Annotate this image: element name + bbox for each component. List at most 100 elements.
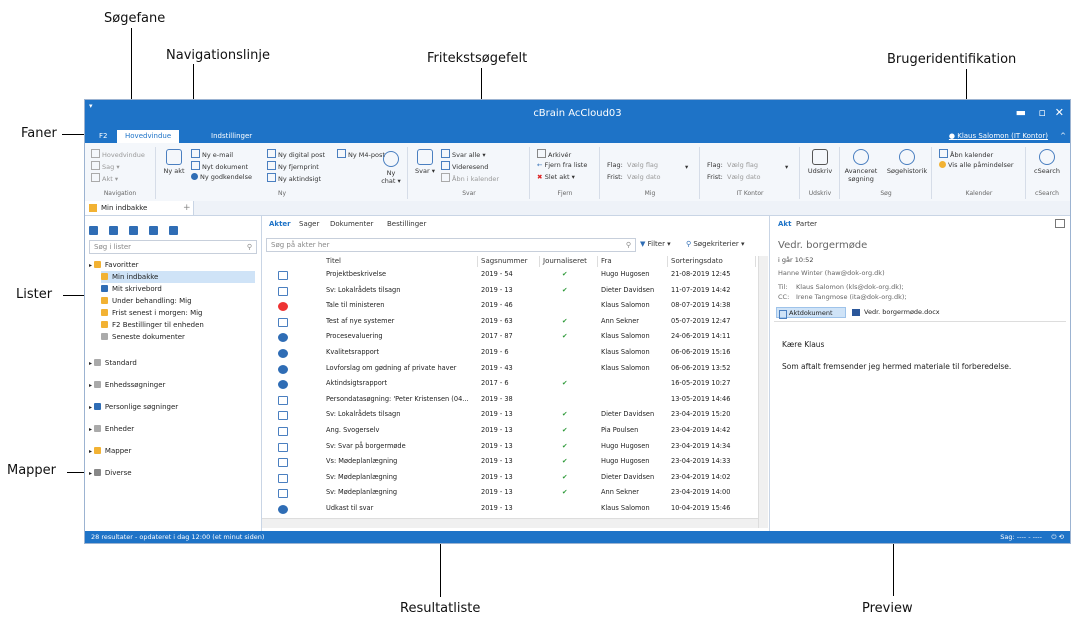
close-icon[interactable]: ✕ [1055, 106, 1064, 119]
tab-min-indbakke[interactable]: Min indbakke [85, 201, 194, 215]
table-row[interactable]: Sv: Mødeplanlægning 2019 - 13 ✔ Ann Sekner 2… [262, 487, 758, 499]
table-row[interactable]: Procesevaluering 2017 - 87 ✔ Klaus Salomon 2… [262, 331, 758, 343]
aabn-kalender-button[interactable]: Åbn kalender [939, 149, 993, 159]
callout-faner: Faner [21, 126, 57, 141]
maximize-icon[interactable]: ▫ [1039, 106, 1046, 119]
it-more-icon[interactable]: ▾ [785, 163, 788, 171]
table-row[interactable]: Persondatasøgning: 'Peter Kristensen (04… [262, 394, 758, 406]
svar-alle-button[interactable]: Svar alle ▾ [441, 149, 486, 159]
vertical-scrollbar[interactable] [758, 256, 768, 528]
csearch-icon [1039, 149, 1055, 165]
it-frist-select[interactable]: Vælg dato [727, 173, 760, 181]
arkiver-button[interactable]: Arkivér [537, 149, 571, 159]
tab-hovedvindue[interactable]: Hovedvindue [117, 130, 180, 143]
list-item[interactable]: Mit skrivebord [101, 283, 255, 295]
collapse-ribbon-icon[interactable]: ^ [1060, 130, 1066, 143]
tab-akt[interactable]: Akt [778, 220, 791, 228]
column-header[interactable]: Sorteringsdato [668, 256, 756, 267]
ny-chat-button[interactable]: Ny chat ▾ [379, 151, 403, 185]
list-item[interactable]: Under behandling: Mig [101, 295, 255, 307]
horizontal-scrollbar[interactable] [262, 518, 758, 528]
filter-button[interactable]: ▼ Filter ▾ [640, 240, 671, 248]
tab-parter[interactable]: Parter [796, 220, 817, 228]
status-icons[interactable]: ⏻ ⟲ [1051, 531, 1064, 543]
ny-m4-post-button[interactable]: Ny M4-post [337, 149, 385, 159]
mig-frist-select[interactable]: Vælg dato [627, 173, 660, 181]
persons-nav-icon[interactable] [149, 226, 158, 235]
tab-f2[interactable]: F2 [91, 130, 115, 143]
avanceret-soegning-label: Avanceret søgning [844, 167, 878, 183]
list-item[interactable]: F2 Bestillinger til enheden [101, 319, 255, 331]
table-row[interactable]: Vs: Mødeplanlægning 2019 - 13 ✔ Hugo Hugose… [262, 456, 758, 468]
new-tab-button[interactable]: + [183, 201, 191, 215]
udskriv-button[interactable]: Udskriv [805, 149, 835, 175]
list-item[interactable]: ▸ Mapper [89, 445, 255, 457]
column-header[interactable]: Sagsnummer [478, 256, 540, 267]
ny-email-button[interactable]: Ny e-mail [191, 149, 233, 159]
soegehistorik-button[interactable]: Søgehistorik [885, 149, 929, 175]
table-row[interactable]: Sv: Mødeplanlægning 2019 - 13 ✔ Dieter Davi… [262, 472, 758, 484]
list-item[interactable]: Seneste dokumenter [101, 331, 255, 343]
attachment-docx[interactable]: Vedr. borgermøde.docx [852, 307, 940, 318]
minimize-icon[interactable]: ▬ [1016, 106, 1026, 119]
ny-fjernprint-button[interactable]: Ny fjernprint [267, 161, 319, 171]
table-row[interactable]: Test af nye systemer 2019 - 63 ✔ Ann Sekner… [262, 316, 758, 328]
column-header[interactable]: Fra [598, 256, 668, 267]
list-search-input[interactable]: Søg i lister ⚲ [89, 240, 257, 254]
column-header[interactable]: Titel [266, 256, 478, 267]
column-header[interactable]: Journaliseret [540, 256, 598, 267]
avanceret-soegning-button[interactable]: Avanceret søgning [841, 149, 881, 183]
it-flag-select[interactable]: Vælg flag [727, 161, 758, 169]
nav-akt-button[interactable]: Akt ▾ [91, 173, 118, 183]
table-row[interactable]: Kvalitetsrapport 2019 - 6 Klaus Salomon 06-… [262, 347, 758, 359]
table-row[interactable]: Sv: Lokalrådets tilsagn 2019 - 13 ✔ Dieter … [262, 409, 758, 421]
list-item[interactable]: ▸ Diverse [89, 467, 255, 479]
list-item[interactable]: Frist senest i morgen: Mig [101, 307, 255, 319]
user-identification[interactable]: ● Klaus Salomon (IT Kontor) [949, 130, 1048, 143]
ny-aktindsigt-button[interactable]: Ny aktindsigt [267, 173, 321, 183]
videresend-button[interactable]: Videresend [441, 161, 488, 171]
list-item[interactable]: ▸ Standard [89, 357, 255, 369]
aabn-i-kalender-button[interactable]: Åbn i kalender [441, 173, 499, 183]
tab-bestillinger[interactable]: Bestillinger [387, 220, 426, 228]
mig-flag-select[interactable]: Vælg flag [627, 161, 658, 169]
list-item[interactable]: ▸ Enheder [89, 423, 255, 435]
tab-akter[interactable]: Akter [269, 220, 291, 228]
list-item[interactable]: ▸ Favoritter [89, 259, 255, 271]
folders-nav-icon[interactable] [169, 226, 178, 235]
nav-hovedvindue-button[interactable]: Hovedvindue [91, 149, 145, 159]
attachment-aktdokument[interactable]: Aktdokument [776, 307, 846, 319]
list-item[interactable]: ▸ Personlige søgninger [89, 401, 255, 413]
slet-akt-button[interactable]: ✖ Slet akt ▾ [537, 173, 575, 181]
table-row[interactable]: Projektbeskrivelse 2019 - 54 ✔ Hugo Hugosen… [262, 269, 758, 281]
acts-nav-icon[interactable] [89, 226, 98, 235]
list-nav-icon[interactable] [129, 226, 138, 235]
csearch-button[interactable]: cSearch [1031, 149, 1063, 175]
fjern-fra-liste-button[interactable]: ← Fjern fra liste [537, 161, 587, 169]
table-row[interactable]: Sv: Svar på borgermøde 2019 - 13 ✔ Hugo Hug… [262, 441, 758, 453]
nyt-dokument-button[interactable]: Nyt dokument [191, 161, 248, 171]
tab-sager[interactable]: Sager [299, 220, 319, 228]
svar-button[interactable]: Svar ▾ [413, 149, 437, 175]
nav-sag-button[interactable]: Sag ▾ [91, 161, 120, 171]
table-row[interactable]: Lovforslag om gødning af private haver 20… [262, 363, 758, 375]
table-row[interactable]: Udkast til svar 2019 - 13 Klaus Salomon 10-… [262, 503, 758, 515]
table-row[interactable]: Aktindsigtsrapport 2017 - 6 ✔ 16-05-2019 10… [262, 378, 758, 390]
search-icon: ⚲ [625, 241, 631, 249]
soegekriterier-button[interactable]: ⚲ Søgekriterier ▾ [686, 240, 745, 248]
list-item[interactable]: Min indbakke [101, 271, 255, 283]
vis-paamindelser-button[interactable]: Vis alle påmindelser [939, 161, 1014, 169]
table-row[interactable]: Sv: Lokalrådets tilsagn 2019 - 13 ✔ Dieter … [262, 285, 758, 297]
org-nav-icon[interactable] [109, 226, 118, 235]
popout-icon[interactable] [1055, 219, 1065, 228]
ny-digital-post-button[interactable]: Ny digital post [267, 149, 325, 159]
ny-godkendelse-button[interactable]: Ny godkendelse [191, 173, 252, 181]
freetext-search-input[interactable]: Søg på akter her ⚲ [266, 238, 636, 252]
table-row[interactable]: Ang. Svogerselv 2019 - 13 ✔ Pia Poulsen 23-0… [262, 425, 758, 437]
tab-dokumenter[interactable]: Dokumenter [330, 220, 373, 228]
ny-akt-button[interactable]: Ny akt [163, 149, 185, 175]
table-row[interactable]: Tale til ministeren 2019 - 46 Klaus Salomo… [262, 300, 758, 312]
mig-more-icon[interactable]: ▾ [685, 163, 688, 171]
list-item[interactable]: ▸ Enhedssøgninger [89, 379, 255, 391]
tab-indstillinger[interactable]: Indstillinger [203, 130, 260, 143]
